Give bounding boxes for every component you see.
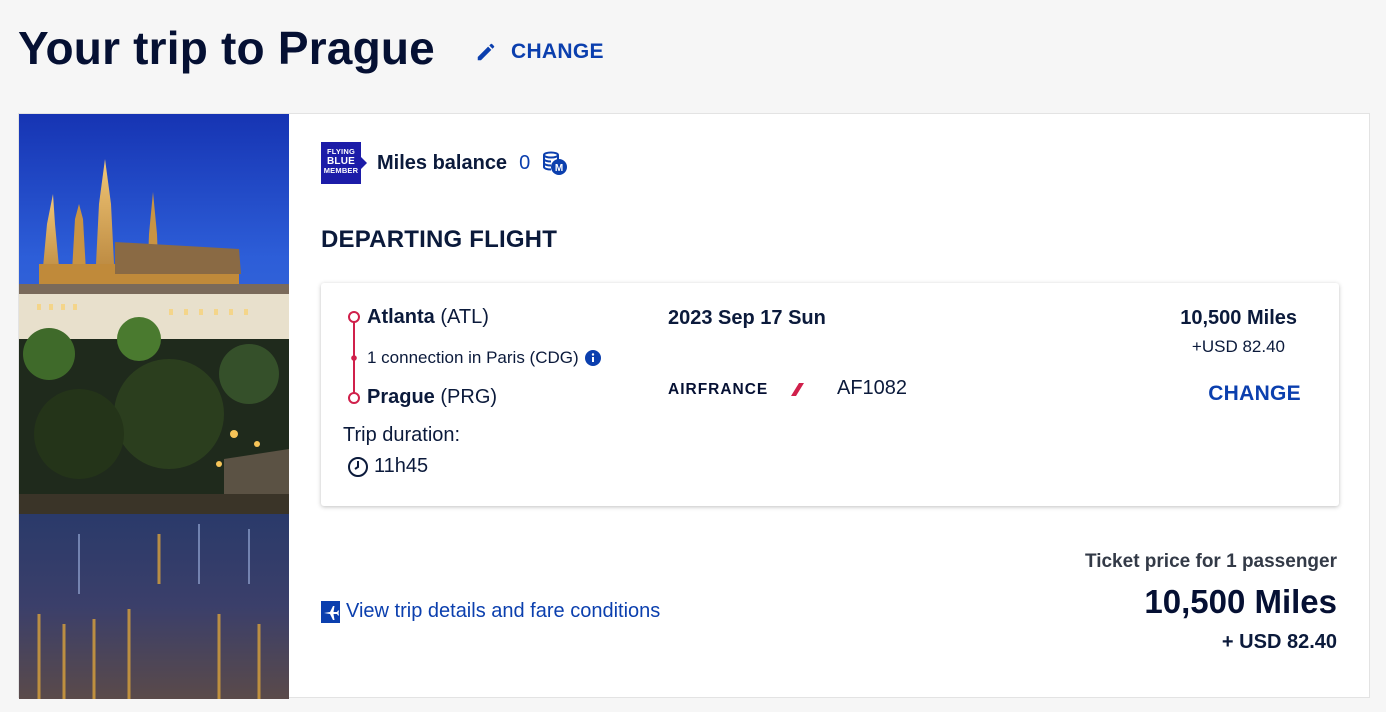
flight-date: 2023 Sep 17 Sun <box>668 307 826 329</box>
destination: Prague (PRG) <box>367 386 497 409</box>
trip-content: FLYING BLUE MEMBER Miles balance 0 M DEP… <box>321 114 1369 697</box>
miles-balance-value: 0 <box>519 151 531 174</box>
page-title: Your trip to Prague <box>18 22 435 74</box>
flight-number: AF1082 <box>837 377 908 399</box>
origin-city: Atlanta <box>367 306 435 328</box>
ticket-price-usd: + USD 82.40 <box>1221 631 1337 653</box>
ticket-price-miles: 10,500 Miles <box>1144 583 1337 620</box>
flying-blue-logo: FLYING BLUE MEMBER <box>321 142 367 184</box>
svg-text:M: M <box>555 163 563 174</box>
connection-info: 1 connection in Paris (CDG) <box>367 348 601 368</box>
change-destination-button[interactable]: CHANGE <box>475 40 604 64</box>
trip-duration: 11h45 <box>347 455 428 478</box>
page-header: Your trip to Prague CHANGE <box>18 18 604 78</box>
flight-fare-miles: 10,500 Miles <box>1180 307 1297 329</box>
plane-icon <box>321 600 340 623</box>
trip-card: FLYING BLUE MEMBER Miles balance 0 M DEP… <box>18 113 1370 699</box>
destination-code: (PRG) <box>440 386 498 408</box>
ticket-price: Ticket price for 1 passenger 10,500 Mile… <box>1085 551 1337 654</box>
ticket-price-label: Ticket price for 1 passenger <box>1084 551 1337 572</box>
miles-balance-row: FLYING BLUE MEMBER Miles balance 0 M <box>321 142 568 184</box>
prague-hero-image <box>19 114 289 699</box>
change-flight-button[interactable]: CHANGE <box>1208 382 1301 406</box>
trip-details-label: View trip details and fare conditions <box>346 600 661 622</box>
flight-summary-card: Atlanta (ATL) 1 connection in Paris (CDG… <box>321 283 1339 506</box>
flight-fare-usd: +USD 82.40 <box>1191 337 1285 356</box>
destination-city: Prague <box>367 386 435 408</box>
pencil-icon <box>477 43 495 61</box>
trip-details-link[interactable]: View trip details and fare conditions <box>321 600 660 623</box>
departing-flight-title: DEPARTING FLIGHT <box>321 226 558 253</box>
origin-code: (ATL) <box>440 306 489 328</box>
trip-duration-label: Trip duration: <box>343 424 461 446</box>
clock-icon <box>348 456 368 477</box>
change-destination-label: CHANGE <box>510 40 604 63</box>
air-france-logo: AIRFRANCE <box>668 379 808 404</box>
route-line-icon <box>348 311 360 404</box>
coins-icon: M <box>542 150 568 176</box>
miles-balance-label: Miles balance <box>377 151 508 174</box>
connection-text: 1 connection in Paris (CDG) <box>367 348 579 367</box>
trip-duration-value: 11h45 <box>374 455 429 477</box>
info-icon[interactable] <box>584 350 601 366</box>
origin: Atlanta (ATL) <box>367 306 489 329</box>
svg-text:AIRFRANCE: AIRFRANCE <box>668 381 768 398</box>
